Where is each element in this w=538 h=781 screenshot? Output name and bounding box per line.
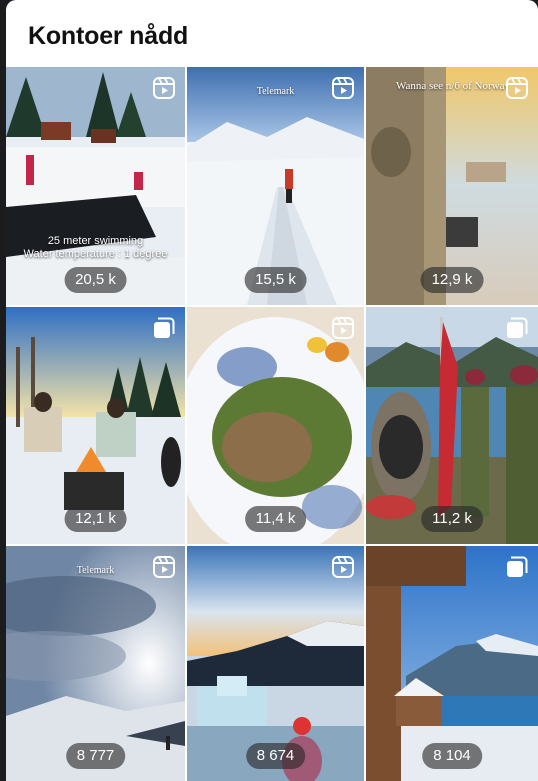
- carousel-icon: [153, 317, 175, 339]
- post-overlay-text: Wanna see n/6 of Norway ?: [396, 80, 508, 92]
- post-tile-7[interactable]: Telemark 8 777: [6, 546, 185, 781]
- reel-icon: [153, 556, 175, 578]
- post-tile-2[interactable]: Telemark 15,5 k: [187, 67, 364, 305]
- post-caption-line: 25 meter swimming: [47, 235, 144, 247]
- reach-count-badge: 15,5 k: [244, 267, 307, 293]
- post-tile-9[interactable]: 8 104: [366, 546, 538, 781]
- post-tile-3[interactable]: Wanna see n/6 of Norway ? 12,9 k: [366, 67, 538, 305]
- post-tile-5[interactable]: 11,4 k: [187, 307, 364, 544]
- reel-icon: [332, 77, 354, 99]
- post-tile-8[interactable]: 8 674: [187, 546, 364, 781]
- reach-count-badge: 8 777: [65, 743, 126, 769]
- reach-count-badge: 12,1 k: [64, 506, 127, 532]
- post-tile-4[interactable]: 12,1 k: [6, 307, 185, 544]
- reach-count-badge: 20,5 k: [64, 267, 127, 293]
- reach-count-badge: 8 674: [245, 743, 306, 769]
- reach-panel: Kontoer nådd 25 meter swimming Water tem…: [6, 0, 538, 781]
- reach-count-badge: 12,9 k: [420, 267, 484, 293]
- post-caption-line: Water temperature : 1 degree: [23, 248, 168, 260]
- reel-icon: [153, 77, 175, 99]
- reel-icon: [506, 77, 528, 99]
- post-tile-6[interactable]: 11,2 k: [366, 307, 538, 544]
- reel-icon: [332, 556, 354, 578]
- page-title: Kontoer nådd: [28, 22, 189, 50]
- reach-count-badge: 8 104: [422, 743, 482, 769]
- reel-icon: [332, 317, 354, 339]
- carousel-icon: [506, 556, 528, 578]
- carousel-icon: [506, 317, 528, 339]
- reach-count-badge: 11,2 k: [421, 506, 483, 532]
- reach-count-badge: 11,4 k: [244, 506, 307, 532]
- post-tile-1[interactable]: 25 meter swimming Water temperature : 1 …: [6, 67, 185, 305]
